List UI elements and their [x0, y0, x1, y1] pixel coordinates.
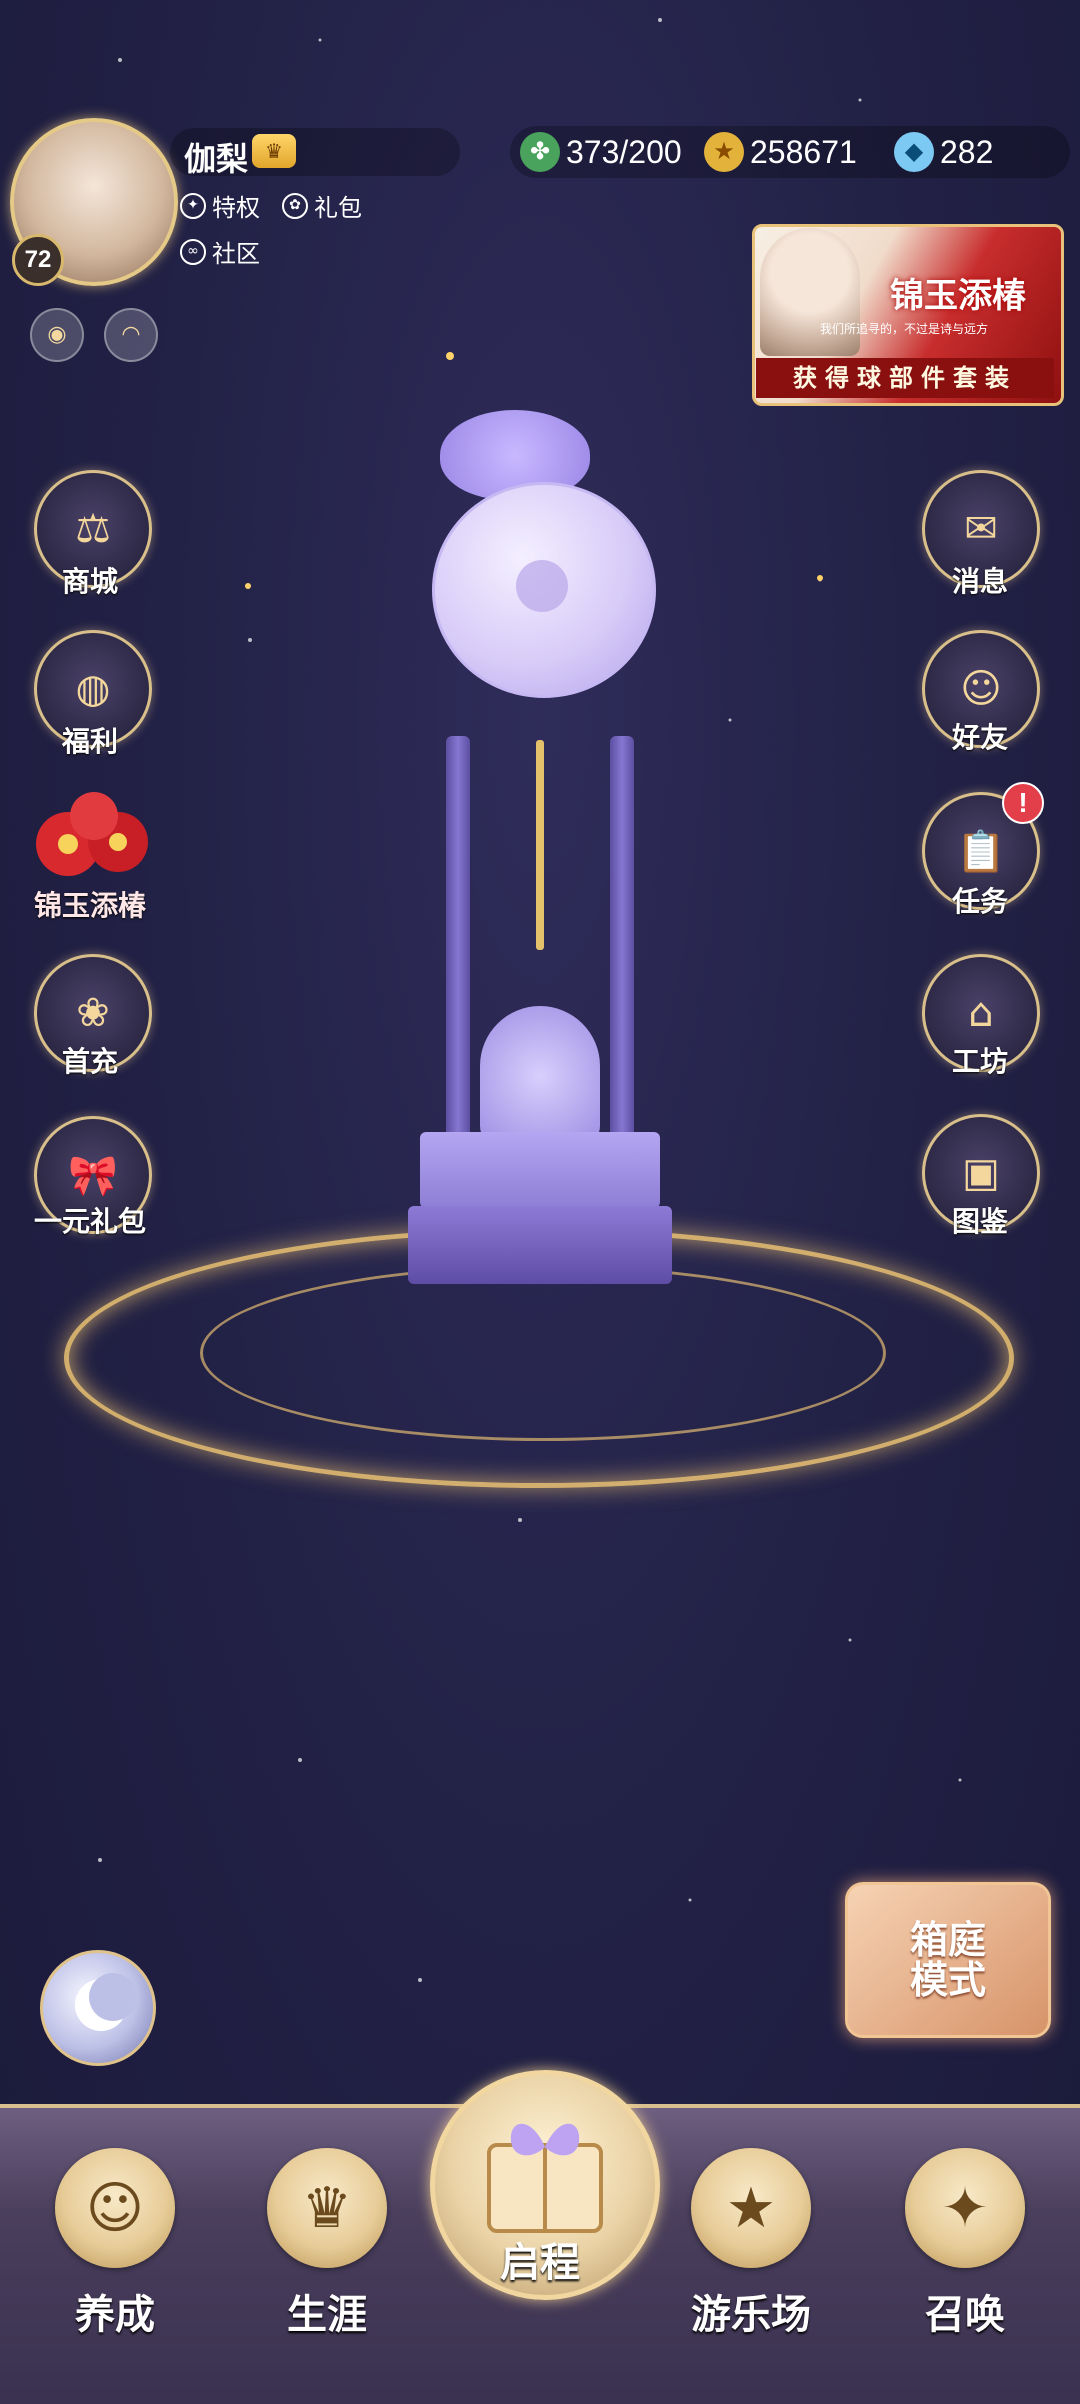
gift-box-icon: 🎀	[68, 1152, 118, 1199]
stamina-value: 373/200	[566, 133, 682, 170]
vip-crown-icon[interactable]: ♛	[252, 134, 296, 168]
community-label: 社区	[212, 240, 260, 268]
nav-cultivate[interactable]: ☺ 养成	[20, 2120, 210, 2400]
gift-icon: ✿	[282, 192, 308, 219]
nav-summon[interactable]: ✦ 召唤	[870, 2120, 1060, 2400]
magic-inner-ring	[200, 1265, 886, 1441]
camellia-event-button[interactable]	[26, 786, 156, 896]
diamond-icon: ◆	[894, 132, 934, 172]
one-yuan-gift-label: 一元礼包	[33, 1205, 146, 1238]
privilege-link[interactable]: ✦ 特权	[180, 188, 260, 223]
moon-icon	[75, 1973, 137, 2031]
star-badge-icon: ★	[691, 2148, 811, 2268]
nav-career[interactable]: ♛ 生涯	[232, 2120, 422, 2400]
summon-card-icon: ✦	[905, 2148, 1025, 2268]
camellia-flower-icon	[36, 792, 148, 876]
friends-label: 好友	[951, 721, 1008, 754]
display-base-bottom	[408, 1206, 672, 1284]
nav-career-label: 生涯	[287, 2292, 367, 2338]
clipboard-icon: 📋	[956, 828, 1006, 875]
camellia-event-label: 锦玉添椿	[33, 889, 146, 922]
fan-ornament	[480, 1006, 600, 1146]
clover-icon: ✤	[520, 132, 560, 172]
player-name[interactable]: 伽梨	[184, 134, 248, 180]
nav-playground[interactable]: ★ 游乐场	[656, 2120, 846, 2400]
card-album-icon: ▣	[962, 1150, 1000, 1196]
tasks-alert-badge: !	[1002, 782, 1044, 824]
garden-mode-line1: 箱庭	[909, 1917, 986, 1963]
mirror-icon: ⌂	[968, 990, 994, 1036]
friends-icon: ☺	[960, 666, 1002, 712]
gift-label: 礼包	[314, 194, 362, 222]
collection-label: 图鉴	[951, 1205, 1008, 1238]
camera-icon[interactable]: ◉	[30, 308, 84, 362]
banner-cta[interactable]: 获得球部件套装	[756, 358, 1054, 398]
mask-icon[interactable]: ◠	[104, 308, 158, 362]
crown-icon: ♛	[267, 2148, 387, 2268]
right-pillar	[610, 736, 634, 1156]
envelope-icon: ✉	[964, 506, 998, 552]
nav-journey-label: 启程	[500, 2240, 580, 2286]
community-link[interactable]: ∞ 社区	[180, 234, 260, 269]
workshop-label: 工坊	[951, 1045, 1008, 1078]
gold-resource[interactable]: ★ 258671	[704, 130, 857, 174]
community-icon: ∞	[180, 238, 206, 265]
banner-title: 锦玉添椿	[890, 276, 1026, 316]
nav-summon-label: 召唤	[925, 2292, 1005, 2338]
gold-coin-icon: ★	[704, 132, 744, 172]
welfare-label: 福利	[61, 725, 118, 758]
shop-label: 商城	[61, 565, 118, 598]
garden-mode-line2: 模式	[909, 1957, 986, 2002]
scale-icon: ⚖	[75, 506, 111, 552]
first-recharge-label: 首充	[61, 1045, 118, 1078]
cultivate-icon: ☺	[55, 2148, 175, 2268]
bag-icon: ❀	[76, 990, 110, 1036]
center-rod	[536, 740, 544, 950]
gold-value: 258671	[750, 133, 857, 170]
gift-link[interactable]: ✿ 礼包	[282, 188, 362, 223]
banner-subtitle: 我们所追寻的，不过是诗与远方	[820, 322, 989, 336]
orb-flower-emblem	[516, 560, 568, 612]
level-badge: 72	[12, 234, 64, 286]
stamina-resource[interactable]: ✤ 373/200	[520, 130, 682, 174]
left-pillar	[446, 736, 470, 1156]
tasks-label: 任务	[951, 885, 1008, 918]
globe-icon: ◍	[75, 666, 111, 712]
box-garden-mode-button[interactable]: 箱庭 模式	[845, 1882, 1051, 2038]
nav-cultivate-label: 养成	[75, 2292, 155, 2338]
display-base-top	[420, 1132, 660, 1208]
moon-night-mode-button[interactable]	[40, 1950, 156, 2066]
privilege-label: 特权	[212, 194, 260, 222]
privilege-icon: ✦	[180, 192, 206, 219]
diamond-value: 282	[940, 133, 994, 170]
diamond-resource[interactable]: ◆ 282	[894, 130, 993, 174]
nav-playground-label: 游乐场	[691, 2292, 811, 2338]
messages-label: 消息	[951, 565, 1008, 598]
